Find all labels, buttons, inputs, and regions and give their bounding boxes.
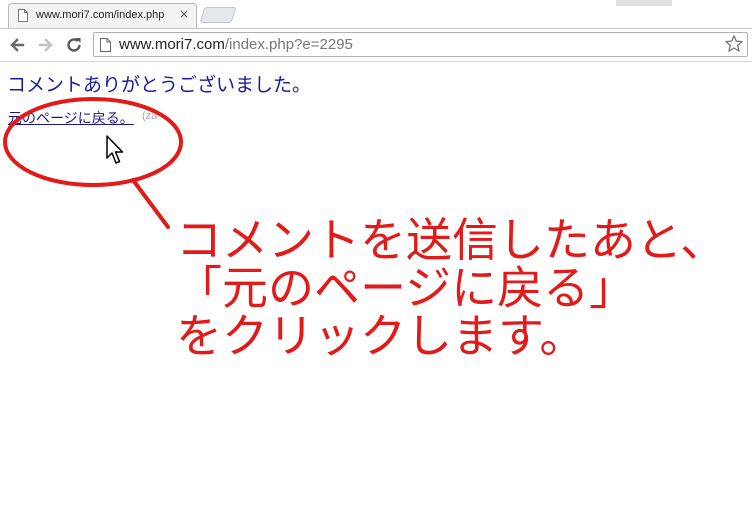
back-link-suffix: (za- — [142, 110, 161, 122]
window-controls — [616, 0, 672, 6]
reload-icon[interactable] — [64, 35, 84, 55]
url-host: www.mori7.com — [119, 36, 225, 53]
url-path: /index.php?e=2295 — [224, 36, 353, 53]
browser-tab[interactable]: www.mori7.com/index.php × — [8, 3, 197, 28]
new-tab-button[interactable] — [199, 7, 237, 23]
tab-close-icon[interactable]: × — [177, 7, 191, 21]
thanks-message: コメントありがとうございました。 — [7, 74, 312, 96]
tab-strip: www.mori7.com/index.php × — [0, 0, 752, 29]
star-icon[interactable] — [724, 34, 744, 54]
page-content: コメントありがとうございました。 元のページに戻る。 (za- — [0, 62, 752, 511]
page-icon — [100, 38, 111, 52]
mouse-pointer-icon — [106, 135, 124, 164]
tab-title: www.mori7.com/index.php — [36, 9, 165, 21]
forward-arrow-icon[interactable] — [36, 35, 56, 55]
browser-toolbar: www.mori7.com/index.php?e=2295 — [0, 29, 752, 62]
address-url[interactable]: www.mori7.com/index.php?e=2295 — [119, 35, 353, 54]
back-to-original-page-link[interactable]: 元のページに戻る。 — [8, 108, 134, 128]
browser-window: www.mori7.com/index.php × www.mori7.com/… — [0, 0, 752, 511]
back-arrow-icon[interactable] — [7, 35, 27, 55]
address-bar[interactable]: www.mori7.com/index.php?e=2295 — [93, 32, 748, 57]
page-icon — [18, 9, 28, 22]
